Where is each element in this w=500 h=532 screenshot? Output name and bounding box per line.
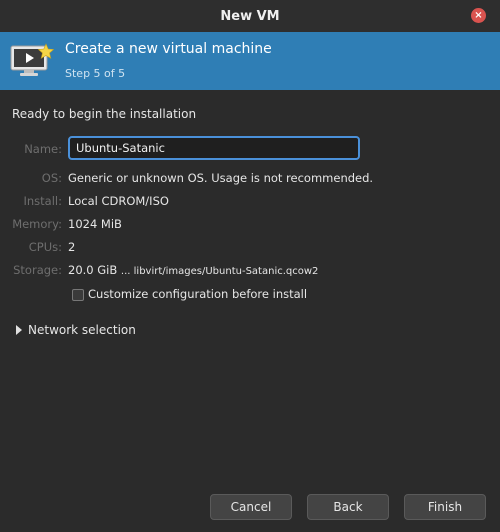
wizard-header: Create a new virtual machine Step 5 of 5: [0, 32, 500, 90]
storage-size: 20.0 GiB: [68, 263, 118, 277]
name-input[interactable]: [68, 136, 360, 160]
customize-checkbox[interactable]: [72, 289, 84, 301]
network-selection-expander[interactable]: Network selection: [16, 323, 136, 337]
customize-checkbox-label[interactable]: Customize configuration before install: [88, 287, 307, 301]
finish-button[interactable]: Finish: [404, 494, 486, 520]
cpus-value: 2: [68, 240, 76, 254]
header-title: Create a new virtual machine: [65, 41, 272, 57]
cancel-button[interactable]: Cancel: [210, 494, 292, 520]
storage-value: 20.0 GiB ... libvirt/images/Ubuntu-Satan…: [68, 263, 318, 277]
name-label: Name:: [24, 142, 62, 156]
cpus-label: CPUs:: [28, 240, 62, 254]
back-button[interactable]: Back: [307, 494, 389, 520]
title-bar: New VM ×: [0, 0, 500, 33]
window-title: New VM: [220, 8, 280, 24]
intro-text: Ready to begin the installation: [12, 107, 197, 121]
install-value: Local CDROM/ISO: [68, 194, 169, 208]
network-selection-label: Network selection: [28, 323, 136, 337]
install-label: Install:: [23, 194, 63, 208]
os-value: Generic or unknown OS. Usage is not reco…: [68, 171, 374, 185]
memory-value: 1024 MiB: [68, 217, 122, 231]
storage-path: ... libvirt/images/Ubuntu-Satanic.qcow2: [120, 266, 319, 277]
os-label: OS:: [41, 171, 62, 185]
step-indicator: Step 5 of 5: [65, 67, 126, 80]
close-icon: ×: [474, 9, 483, 21]
vm-monitor-star-icon: [10, 43, 54, 76]
memory-label: Memory:: [12, 217, 62, 231]
storage-label: Storage:: [13, 263, 62, 277]
close-button[interactable]: ×: [471, 8, 486, 23]
expander-arrow-icon: [16, 325, 22, 335]
